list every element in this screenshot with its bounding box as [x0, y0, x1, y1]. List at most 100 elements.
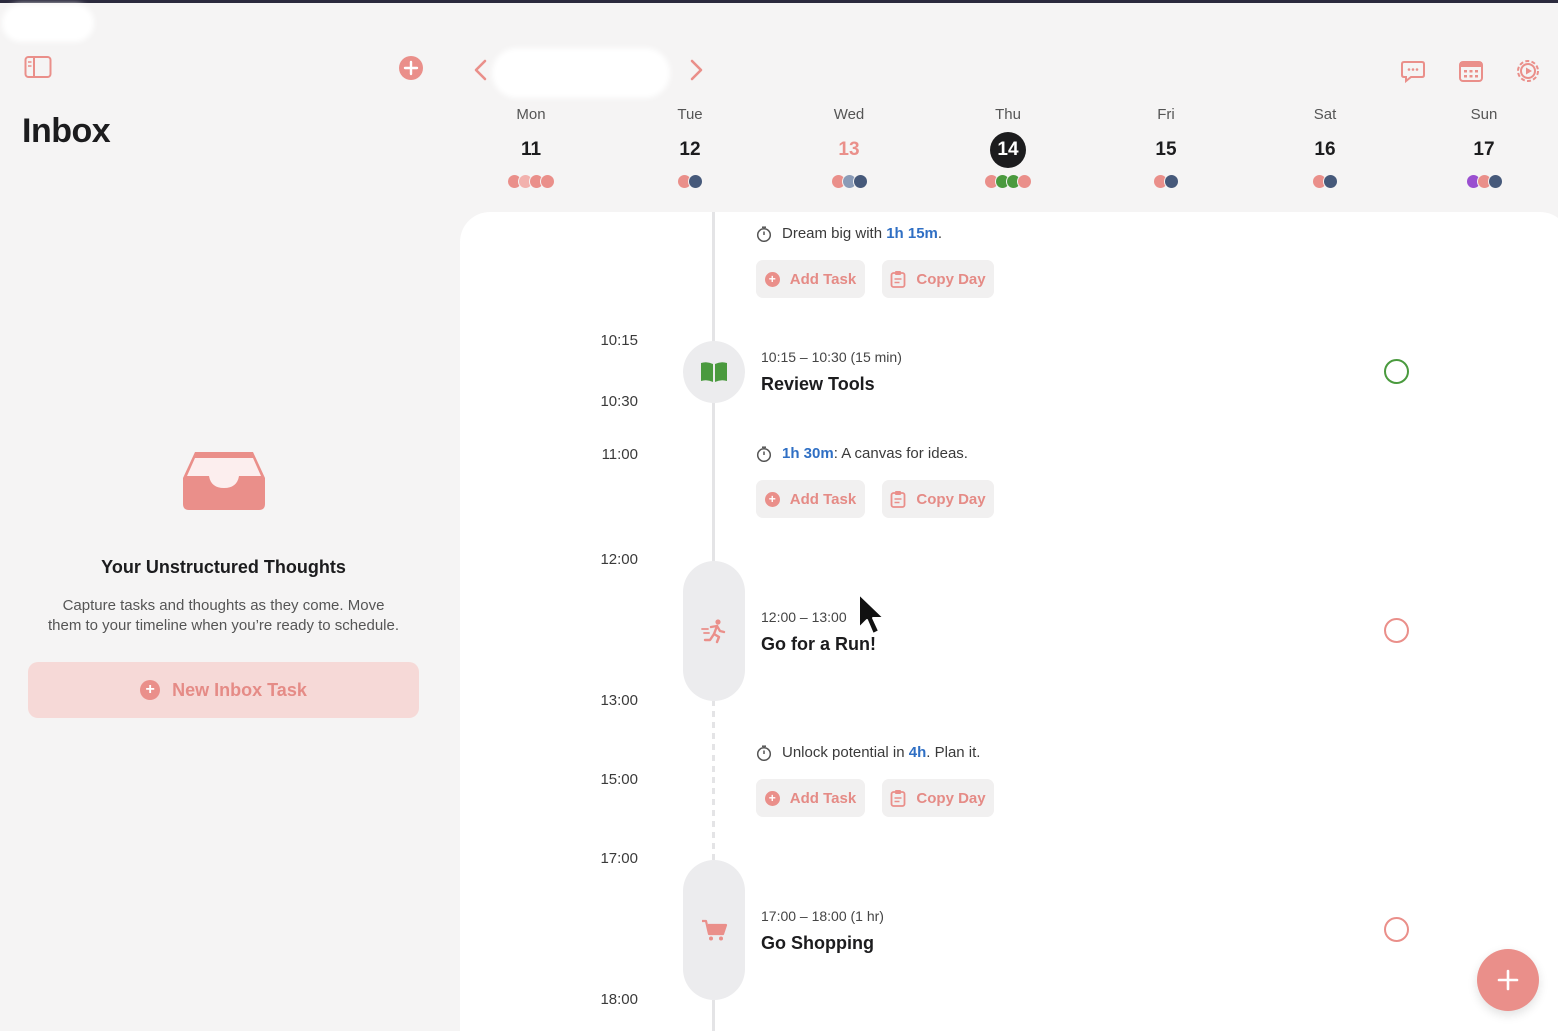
time-label: 12:00: [600, 551, 638, 568]
settings-gear-icon[interactable]: [1514, 57, 1542, 85]
new-inbox-task-button[interactable]: + New Inbox Task: [28, 662, 419, 718]
free-time-message: Dream big with 1h 15m.: [756, 225, 942, 242]
task-dot: [688, 174, 703, 189]
free-time-duration: 1h 30m: [782, 445, 834, 462]
free-time-suffix: .: [937, 225, 943, 242]
day-number: 11: [520, 139, 542, 160]
timeline-line: [712, 212, 715, 342]
day-task-dots: [1424, 174, 1544, 190]
copy-day-label: Copy Day: [916, 270, 986, 288]
add-task-button[interactable]: + Add Task: [756, 260, 865, 298]
inbox-tray-icon: [181, 448, 267, 512]
day-fri[interactable]: Fri 15: [1106, 104, 1226, 190]
day-number: 13: [838, 139, 860, 160]
task-dot: [1323, 174, 1338, 189]
day-task-dots: [789, 174, 909, 190]
timeline-line: [712, 402, 715, 562]
task-complete-toggle[interactable]: [1384, 618, 1409, 643]
next-week-button[interactable]: [685, 55, 707, 85]
free-time-prefix: Unlock potential in: [782, 744, 909, 761]
day-name: Tue: [677, 106, 703, 123]
day-name: Mon: [516, 106, 546, 123]
empty-desc-line-1: Capture tasks and thoughts as they come.…: [62, 597, 385, 614]
day-task-dots: [948, 174, 1068, 190]
task-time-range: 10:15 – 10:30 (15 min): [761, 349, 902, 365]
add-task-button[interactable]: + Add Task: [756, 480, 865, 518]
task-dot: [1017, 174, 1032, 189]
copy-day-button[interactable]: Copy Day: [882, 779, 994, 817]
empty-desc-line-2: them to your timeline when you’re ready …: [47, 617, 400, 634]
add-task-fab[interactable]: [1477, 949, 1539, 1011]
free-time-text: Unlock potential in 4h. Plan it.: [782, 744, 980, 761]
task-dot: [540, 174, 555, 189]
day-task-dots: [630, 174, 750, 190]
timer-icon: [756, 744, 772, 761]
day-number: 14: [990, 132, 1026, 168]
copy-day-button[interactable]: Copy Day: [882, 260, 994, 298]
free-time-text: Dream big with 1h 15m.: [782, 225, 942, 242]
task-icon-pill[interactable]: [683, 341, 745, 403]
free-time-suffix: . Plan it.: [926, 744, 981, 761]
day-mon[interactable]: Mon 11: [471, 104, 591, 190]
day-task-dots: [1265, 174, 1385, 190]
day-sun[interactable]: Sun 17: [1424, 104, 1544, 190]
task-time-range: 12:00 – 13:00: [761, 609, 847, 625]
day-number: 17: [1473, 139, 1495, 160]
chat-feedback-icon[interactable]: [1399, 57, 1427, 85]
copy-day-button[interactable]: Copy Day: [882, 480, 994, 518]
timer-icon: [756, 225, 772, 242]
day-number: 15: [1155, 139, 1177, 160]
free-time-suffix: : A canvas for ideas.: [833, 445, 968, 462]
day-thu[interactable]: Thu 14: [948, 104, 1068, 190]
cart-icon: [702, 919, 728, 941]
day-sat[interactable]: Sat 16: [1265, 104, 1385, 190]
free-time-duration: 4h: [908, 744, 927, 761]
task-dot: [1164, 174, 1179, 189]
add-task-button[interactable]: + Add Task: [756, 779, 865, 817]
add-task-label: Add Task: [789, 270, 857, 288]
free-time-duration: 1h 15m: [886, 225, 938, 242]
task-title[interactable]: Review Tools: [761, 374, 875, 395]
clipboard-icon: [891, 491, 906, 508]
timeline-line-dashed: [712, 700, 715, 860]
day-name: Sat: [1313, 106, 1337, 123]
plus-circle-icon: +: [764, 271, 780, 287]
task-dot: [852, 174, 868, 189]
previous-week-button[interactable]: [470, 55, 492, 85]
time-label: 13:00: [600, 692, 638, 709]
empty-state-description: Capture tasks and thoughts as they come.…: [28, 596, 419, 636]
add-task-icon[interactable]: [398, 55, 424, 81]
add-task-label: Add Task: [789, 490, 857, 508]
free-time-message: 1h 30m: A canvas for ideas.: [756, 445, 968, 462]
book-icon: [701, 362, 727, 382]
page-title: Inbox: [22, 112, 111, 150]
task-title[interactable]: Go Shopping: [761, 933, 874, 954]
calendar-icon[interactable]: [1457, 57, 1485, 85]
copy-day-label: Copy Day: [916, 490, 986, 508]
plus-circle-icon: +: [764, 491, 780, 507]
clipboard-icon: [891, 790, 906, 807]
time-label: 15:00: [600, 771, 638, 788]
timer-icon: [756, 445, 772, 462]
task-icon-pill[interactable]: [683, 860, 745, 1000]
time-label: 10:15: [600, 332, 638, 349]
time-label: 11:00: [601, 446, 638, 463]
free-time-message: Unlock potential in 4h. Plan it.: [756, 744, 980, 761]
sidebar: Inbox Your Unstructured Thoughts Capture…: [0, 0, 448, 1031]
new-inbox-task-label: New Inbox Task: [172, 679, 307, 700]
timeline-line: [712, 1000, 715, 1031]
free-time-text: 1h 30m: A canvas for ideas.: [782, 445, 968, 462]
task-complete-toggle[interactable]: [1384, 917, 1409, 942]
task-complete-toggle[interactable]: [1384, 359, 1409, 384]
day-tue[interactable]: Tue 12: [630, 104, 750, 190]
time-label: 18:00: [600, 991, 638, 1008]
time-label: 10:30: [600, 393, 638, 410]
day-wed[interactable]: Wed 13: [789, 104, 909, 190]
copy-day-label: Copy Day: [916, 789, 986, 807]
task-icon-pill[interactable]: [683, 561, 745, 701]
day-name: Fri: [1157, 106, 1175, 123]
day-name: Thu: [995, 106, 1021, 123]
day-number: 12: [679, 139, 701, 160]
clipboard-icon: [891, 271, 906, 288]
sidebar-toggle-icon[interactable]: [24, 55, 52, 79]
